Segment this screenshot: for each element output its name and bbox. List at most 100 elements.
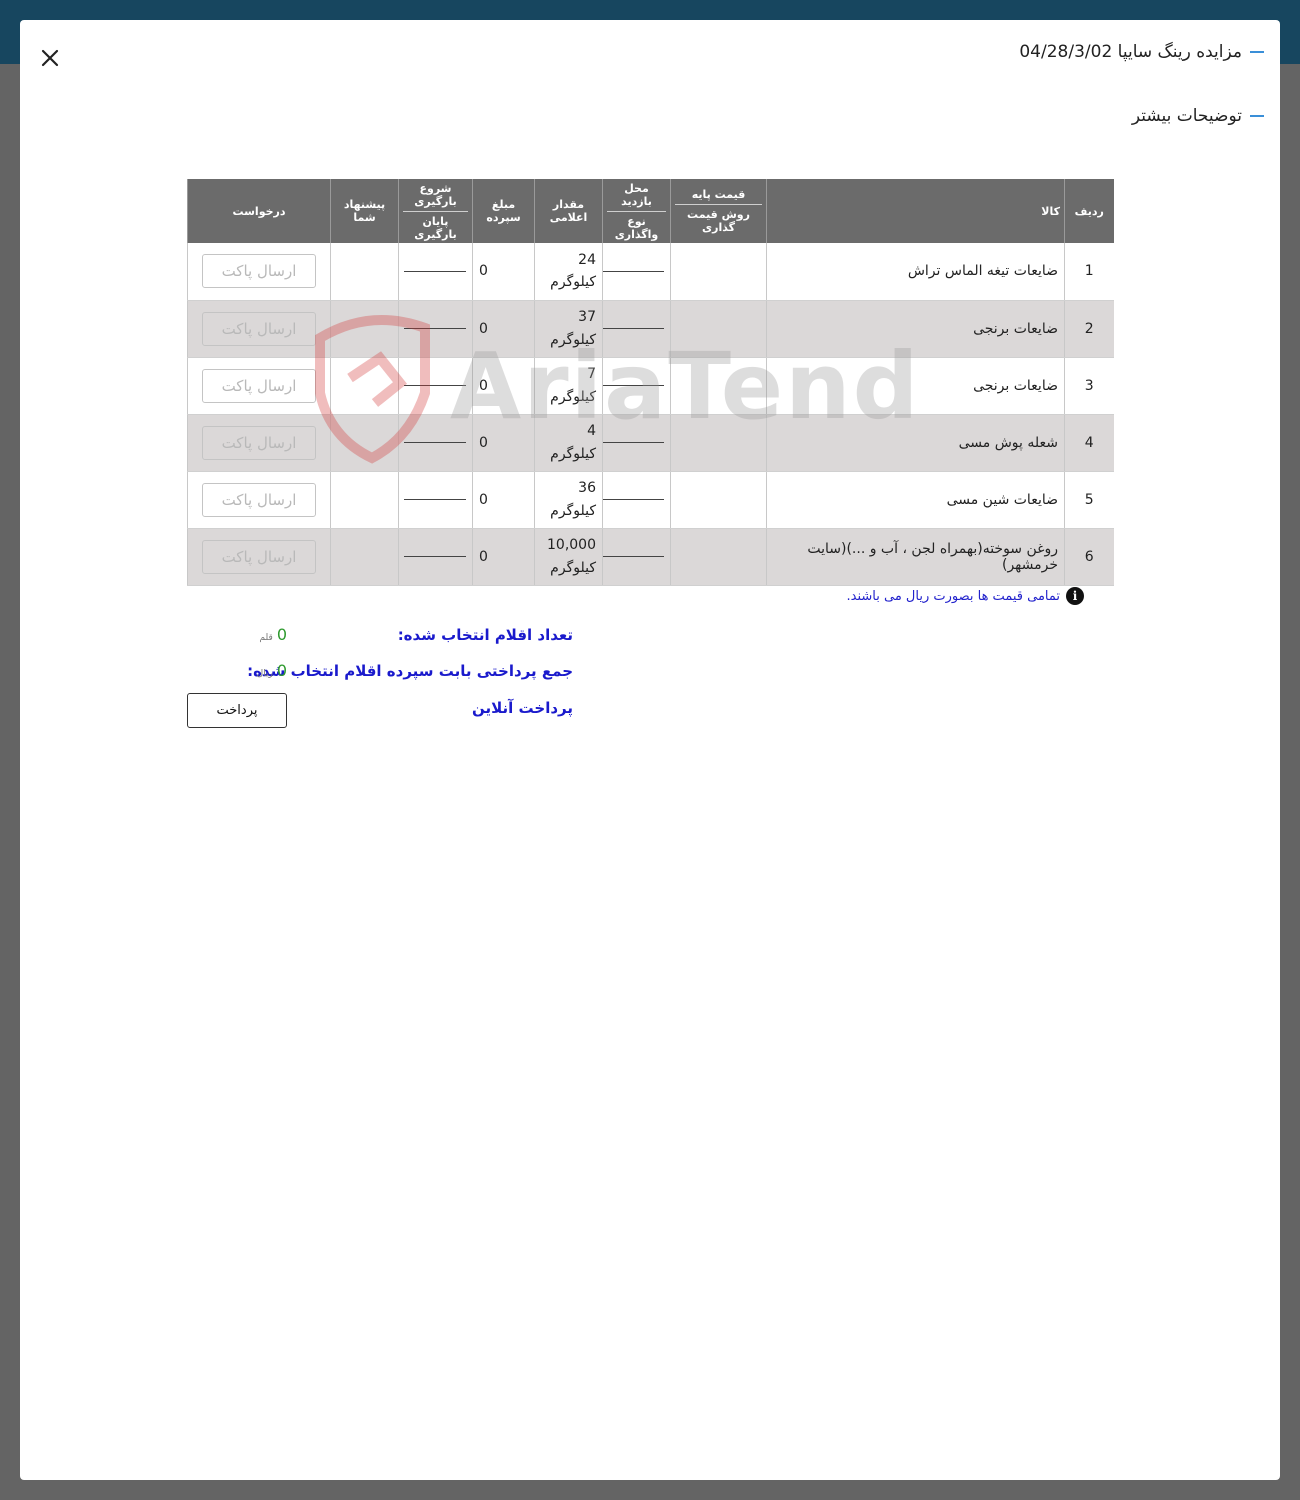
row-qty: 7 کیلوگرم <box>534 357 603 415</box>
col-header-price: قیمت پایه روش قیمت گذاری <box>670 179 767 243</box>
empty-dash <box>404 556 466 557</box>
row-visit-place <box>602 471 671 529</box>
item-details-modal: مزایده رینگ سایپا 04/28/3/02 توضیحات بیش… <box>20 20 1280 1480</box>
table-row: 6 روغن سوخته(بهمراه لجن ، آب و ...)(سایت … <box>187 528 1114 586</box>
empty-dash <box>404 442 466 443</box>
empty-dash <box>404 270 466 272</box>
row-item-name: ضایعات برنجی <box>766 300 1065 358</box>
row-base-price <box>670 243 767 301</box>
row-base-price <box>670 300 767 358</box>
row-index: 1 <box>1064 243 1114 301</box>
dash-icon <box>1250 115 1264 117</box>
row-qty-unit: کیلوگرم <box>550 445 596 462</box>
deposit-total-value: 0 ریال <box>256 661 287 680</box>
send-envelope-button[interactable]: ارسال پاکت <box>202 254 316 289</box>
row-item-name: روغن سوخته(بهمراه لجن ، آب و ...)(سایت خ… <box>766 528 1065 586</box>
row-item-name: ضایعات برنجی <box>766 357 1065 415</box>
row-deposit: 0 <box>472 357 535 415</box>
more-details-text: توضیحات بیشتر <box>1131 106 1242 126</box>
row-index: 6 <box>1064 528 1114 586</box>
row-deposit: 0 <box>472 528 535 586</box>
deposit-total-label: جمع پرداختی بابت سپرده اقلام انتخاب شده: <box>247 662 573 680</box>
row-base-price <box>670 471 767 529</box>
row-base-price <box>670 357 767 415</box>
row-loading <box>398 357 473 415</box>
currency-note: i تمامی قیمت ها بصورت ریال می باشند. <box>846 587 1084 605</box>
empty-dash <box>404 385 466 386</box>
row-qty-value: 10,000 <box>547 537 596 554</box>
row-request: ارسال پاکت <box>187 243 331 301</box>
row-visit-place <box>602 300 671 358</box>
col-header-request: درخواست <box>187 179 331 243</box>
row-deposit: 0 <box>472 243 535 301</box>
col-header-visit: محل بازدید نوع واگذاری <box>602 179 671 243</box>
row-loading <box>398 414 473 472</box>
selected-count-label: تعداد اقلام انتخاب شده: <box>397 626 573 644</box>
empty-dash <box>602 385 664 386</box>
pay-button[interactable]: پرداخت <box>187 693 287 728</box>
row-index: 4 <box>1064 414 1114 472</box>
send-envelope-button[interactable]: ارسال پاکت <box>202 539 316 574</box>
table-row: 2 ضایعات برنجی 37 کیلوگرم 0 ارسال پاکت <box>187 300 1114 358</box>
table-row: 4 شعله پوش مسی 4 کیلوگرم 0 ارسال پاکت <box>187 414 1114 472</box>
empty-dash <box>404 328 466 329</box>
selected-count-value: 0 قلم <box>259 625 287 644</box>
modal-title: مزایده رینگ سایپا 04/28/3/02 <box>1019 42 1264 62</box>
empty-dash <box>602 499 664 500</box>
empty-dash <box>404 499 466 500</box>
row-item-name: ضایعات شین مسی <box>766 471 1065 529</box>
row-request: ارسال پاکت <box>187 357 331 415</box>
row-qty-value: 4 <box>587 423 596 440</box>
send-envelope-button[interactable]: ارسال پاکت <box>202 311 316 346</box>
col-header-item: کالا <box>766 179 1065 243</box>
table-row: 1 ضایعات تیغه الماس تراش 24 کیلوگرم 0 ارسال پ… <box>187 243 1114 301</box>
row-loading <box>398 471 473 529</box>
row-request: ارسال پاکت <box>187 528 331 586</box>
row-item-name: ضایعات تیغه الماس تراش <box>766 243 1065 301</box>
row-qty-unit: کیلوگرم <box>550 559 596 576</box>
row-visit-place <box>602 528 671 586</box>
row-qty-unit: کیلوگرم <box>550 388 596 405</box>
row-visit-place <box>602 414 671 472</box>
col-header-deposit: مبلغ سپرده <box>472 179 535 243</box>
row-qty-value: 7 <box>587 366 596 383</box>
row-qty: 4 کیلوگرم <box>534 414 603 472</box>
col-header-index: ردیف <box>1064 179 1114 243</box>
info-icon: i <box>1066 587 1084 605</box>
row-deposit: 0 <box>472 471 535 529</box>
table-row: 3 ضایعات برنجی 7 کیلوگرم 0 ارسال پاکت <box>187 357 1114 415</box>
send-envelope-button[interactable]: ارسال پاکت <box>202 425 316 460</box>
items-table: ردیف کالا قیمت پایه روش قیمت گذاری محل با… <box>187 179 1114 586</box>
row-qty-value: 36 <box>578 480 596 497</box>
row-qty-unit: کیلوگرم <box>550 502 596 519</box>
row-deposit: 0 <box>472 414 535 472</box>
row-base-price <box>670 528 767 586</box>
row-base-price <box>670 414 767 472</box>
row-loading <box>398 300 473 358</box>
row-visit-place <box>602 357 671 415</box>
send-envelope-button[interactable]: ارسال پاکت <box>202 482 316 517</box>
row-offer <box>330 528 399 586</box>
col-header-qty: مقدار اعلامی <box>534 179 603 243</box>
row-qty-value: 37 <box>578 309 596 326</box>
modal-title-text: مزایده رینگ سایپا 04/28/3/02 <box>1019 42 1242 62</box>
row-qty: 37 کیلوگرم <box>534 300 603 358</box>
online-payment-label: پرداخت آنلاین <box>471 699 573 717</box>
row-index: 3 <box>1064 357 1114 415</box>
row-request: ارسال پاکت <box>187 414 331 472</box>
row-qty-unit: کیلوگرم <box>550 274 596 291</box>
row-offer <box>330 357 399 415</box>
close-icon[interactable] <box>38 46 62 70</box>
more-details-heading[interactable]: توضیحات بیشتر <box>1132 106 1264 126</box>
row-offer <box>330 300 399 358</box>
empty-dash <box>602 556 664 557</box>
col-header-offer: پیشنهاد شما <box>330 179 399 243</box>
row-request: ارسال پاکت <box>187 471 331 529</box>
row-qty: 24 کیلوگرم <box>534 243 603 301</box>
empty-dash <box>602 442 664 443</box>
row-qty-value: 24 <box>578 251 596 268</box>
table-row: 5 ضایعات شین مسی 36 کیلوگرم 0 ارسال پاکت <box>187 471 1114 529</box>
row-offer <box>330 414 399 472</box>
send-envelope-button[interactable]: ارسال پاکت <box>202 368 316 403</box>
currency-note-text: تمامی قیمت ها بصورت ریال می باشند. <box>846 588 1061 604</box>
